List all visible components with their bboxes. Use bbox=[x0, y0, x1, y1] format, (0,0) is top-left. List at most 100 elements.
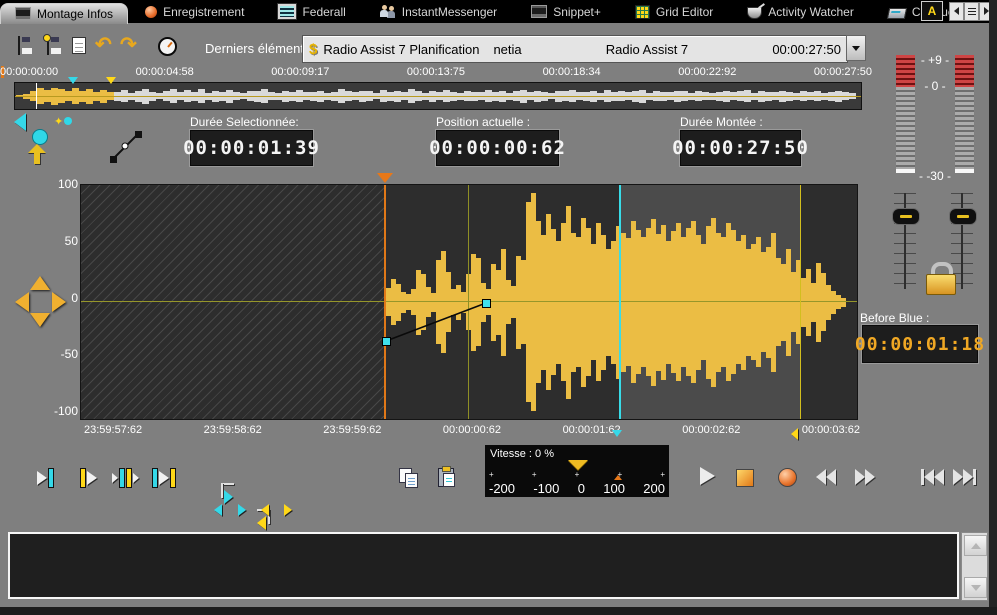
menu-icon bbox=[968, 8, 976, 15]
scroll-down-button[interactable] bbox=[964, 577, 987, 598]
nudge-left-yellow-button[interactable] bbox=[261, 504, 269, 516]
overview-cursor[interactable] bbox=[36, 83, 37, 109]
play-button[interactable] bbox=[700, 467, 715, 485]
tab-label: InstantMessenger bbox=[402, 5, 497, 19]
stop-button[interactable] bbox=[736, 469, 754, 487]
icon-grid bbox=[635, 5, 650, 19]
icon-record-orb bbox=[145, 6, 157, 18]
arrow-up-icon bbox=[971, 543, 981, 549]
tab-federall[interactable]: Federall bbox=[261, 0, 362, 23]
go-back-icon[interactable] bbox=[14, 113, 26, 131]
person-arrow bbox=[28, 144, 46, 153]
tab-label: Enregistrement bbox=[163, 5, 244, 19]
tab-label: Montage Infos bbox=[37, 7, 113, 21]
tab-grid-editor[interactable]: Grid Editor bbox=[618, 0, 730, 23]
combo-dropdown-button[interactable] bbox=[846, 35, 866, 61]
fade-tool-icon[interactable] bbox=[108, 126, 144, 166]
montage-duration-label: Durée Montée : bbox=[680, 115, 763, 129]
speed-panel[interactable]: Vitesse : 0 % +++++ -200-1000100200 bbox=[485, 445, 669, 497]
timeline-marker-cyan[interactable] bbox=[612, 430, 622, 437]
speaker-person-icon[interactable] bbox=[28, 129, 50, 165]
timeline-tick: 23:59:57:62 bbox=[84, 424, 142, 436]
scroll-up-button[interactable] bbox=[964, 535, 987, 556]
playhead-cursor[interactable] bbox=[619, 185, 621, 419]
goto-mark-out-button[interactable] bbox=[80, 468, 97, 488]
overview-marker-cyan[interactable] bbox=[68, 77, 78, 84]
tab-scroll-left-button[interactable] bbox=[949, 2, 964, 21]
overview-waveform-strip[interactable] bbox=[14, 82, 862, 110]
ruler-tick: 00:00:27:50 bbox=[814, 66, 872, 78]
gain-slider-left-handle[interactable] bbox=[892, 208, 920, 225]
lock-icon[interactable] bbox=[926, 262, 956, 296]
selected-duration-label: Durée Selectionnée: bbox=[190, 115, 299, 129]
play-selection-button[interactable] bbox=[152, 468, 176, 488]
save-as-icon[interactable] bbox=[47, 36, 49, 55]
tab-activity-watcher[interactable]: Activity Watcher bbox=[730, 0, 871, 23]
ruler-tick: 00:00:13:75 bbox=[407, 66, 465, 78]
start-marker-flag[interactable] bbox=[377, 173, 393, 183]
nudge-right-cyan-button[interactable] bbox=[238, 504, 246, 516]
notes-textarea[interactable] bbox=[8, 532, 959, 599]
ruler-tick: 00:00:18:34 bbox=[543, 66, 601, 78]
window-bottom-edge bbox=[0, 607, 997, 615]
record-button[interactable] bbox=[778, 468, 797, 487]
editor-timeline: 23:59:57:6223:59:58:6223:59:59:6200:00:0… bbox=[84, 424, 860, 436]
save-icon[interactable] bbox=[18, 36, 20, 55]
waveform-editor[interactable] bbox=[80, 184, 858, 420]
play-between-marks-button[interactable] bbox=[112, 468, 139, 488]
redo-icon[interactable]: ↷ bbox=[120, 35, 137, 55]
copy-icon[interactable] bbox=[399, 468, 419, 488]
speed-scale-label: -100 bbox=[533, 481, 559, 496]
last-elements-combobox[interactable]: $ Radio Assist 7 Planification netia Rad… bbox=[302, 35, 848, 63]
fade-envelope-line[interactable] bbox=[381, 298, 491, 346]
fade-handle-end[interactable] bbox=[482, 299, 491, 308]
timeline-tick: 23:59:59:62 bbox=[323, 424, 381, 436]
timer-icon[interactable] bbox=[158, 37, 177, 56]
window-right-edge bbox=[989, 0, 997, 615]
icon-people bbox=[380, 5, 396, 18]
skip-to-start-button[interactable] bbox=[921, 469, 944, 485]
tab-label: Federall bbox=[302, 5, 345, 19]
tab-snippet-[interactable]: Snippet+ bbox=[514, 0, 618, 23]
waveform-bar bbox=[841, 298, 846, 307]
fade-handle-start[interactable] bbox=[382, 337, 391, 346]
timeline-marker-yellow[interactable] bbox=[791, 428, 798, 440]
vu-scale-label: - -30 - bbox=[912, 169, 958, 183]
speed-tick-mark: + bbox=[617, 470, 622, 479]
amplitude-tick: 0 bbox=[71, 291, 78, 305]
nudge-right-yellow-button[interactable] bbox=[284, 504, 292, 516]
chevron-down-icon bbox=[852, 46, 860, 51]
vu-scale-label: - +9 - bbox=[912, 53, 958, 67]
paste-icon[interactable] bbox=[438, 466, 456, 488]
tab-montage-infos[interactable]: Montage Infos bbox=[0, 3, 128, 24]
vu-scale: - +9 - - 0 - - -30 - bbox=[912, 49, 958, 181]
sparkle-dot-icon[interactable]: ✦ bbox=[54, 115, 72, 128]
speed-tick-mark: + bbox=[489, 470, 494, 479]
nav-left-icon[interactable] bbox=[15, 292, 29, 312]
rewind-button[interactable] bbox=[816, 469, 836, 485]
nudge-left-cyan-button[interactable] bbox=[214, 504, 222, 516]
current-position-label: Position actuelle : bbox=[436, 115, 530, 129]
combo-title: Radio Assist 7 Planification bbox=[323, 42, 479, 57]
tab-enregistrement[interactable]: Enregistrement bbox=[128, 0, 261, 23]
notes-scrollbar[interactable] bbox=[961, 532, 988, 601]
goto-mark-in-button[interactable] bbox=[37, 468, 54, 488]
fast-forward-button[interactable] bbox=[855, 469, 875, 485]
tab-instantmessenger[interactable]: InstantMessenger bbox=[363, 0, 514, 23]
new-document-icon[interactable] bbox=[72, 37, 86, 54]
speed-scale-label: 200 bbox=[643, 481, 665, 496]
overview-marker-yellow[interactable] bbox=[106, 77, 116, 84]
end-marker-line[interactable] bbox=[800, 185, 801, 419]
ruler-tick: 00:00:00:00 bbox=[0, 66, 58, 78]
undo-icon[interactable]: ↶ bbox=[95, 35, 112, 55]
tab-menu-button[interactable] bbox=[964, 2, 979, 21]
gain-slider-right-handle[interactable] bbox=[949, 208, 977, 225]
tab-label: Snippet+ bbox=[553, 5, 601, 19]
skip-to-end-button[interactable] bbox=[953, 469, 976, 485]
icon-console bbox=[15, 7, 31, 20]
vu-scale-label: - 0 - bbox=[912, 79, 958, 93]
amplitude-tick: 50 bbox=[65, 234, 78, 248]
speed-pointer-icon[interactable] bbox=[568, 460, 588, 470]
tab-bar-controls: A bbox=[921, 1, 994, 21]
archive-tab-button[interactable]: A bbox=[921, 1, 943, 21]
